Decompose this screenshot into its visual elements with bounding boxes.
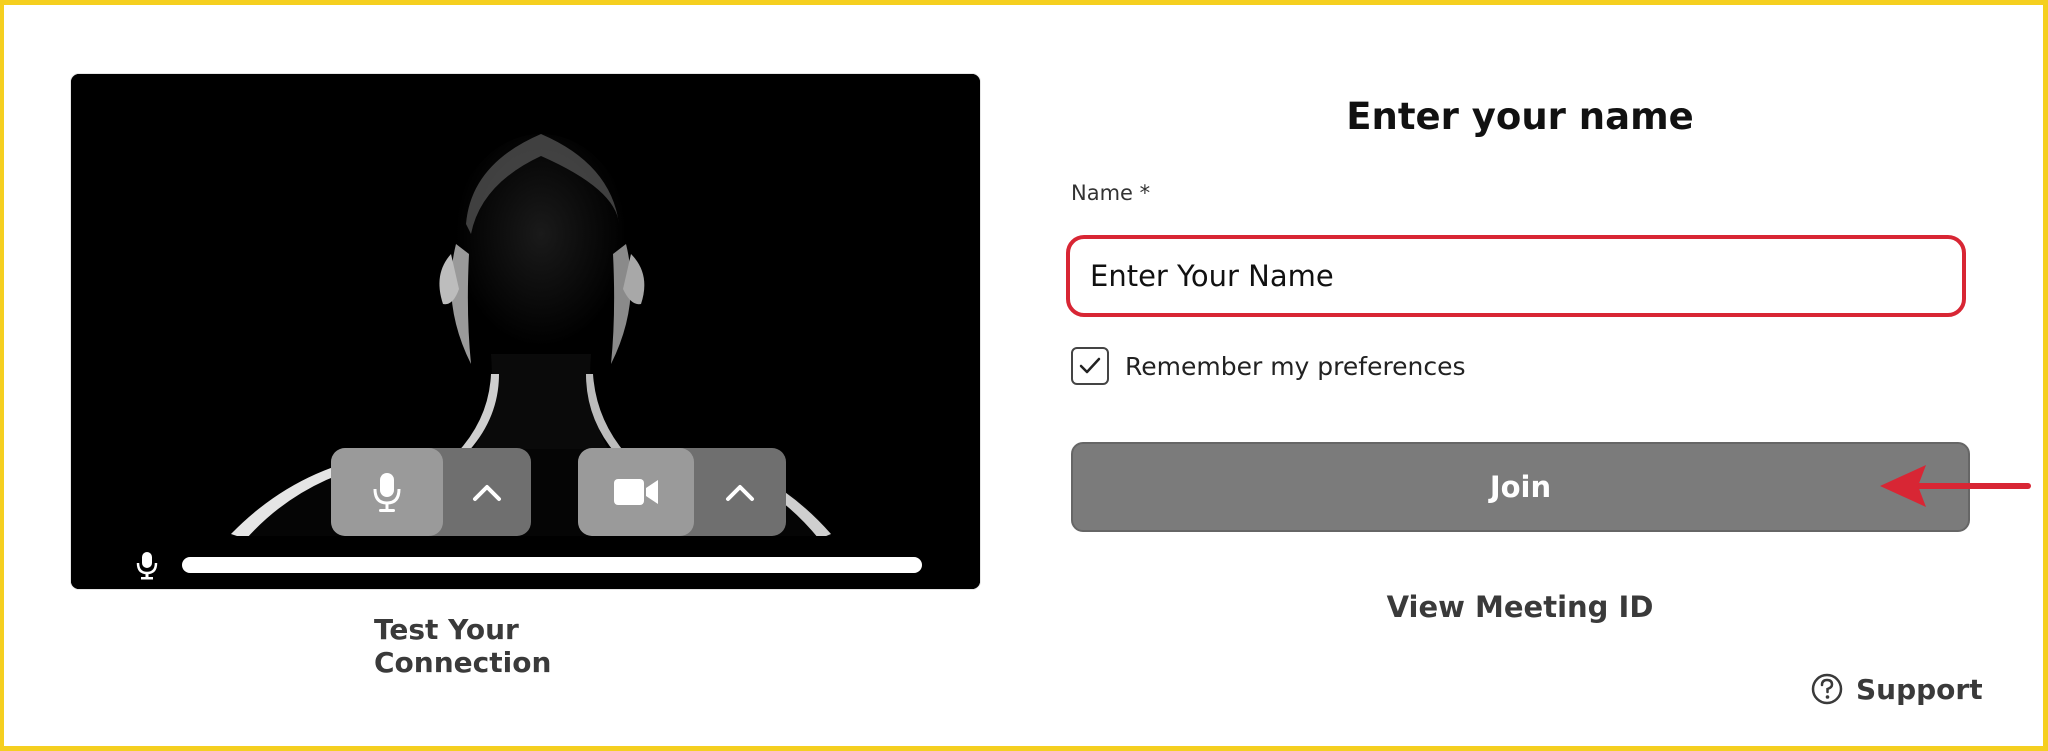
support-label: Support [1856,672,1983,706]
chevron-up-icon [726,485,754,501]
checkmark-icon [1079,357,1101,374]
remember-preferences-checkbox[interactable] [1071,347,1109,385]
remember-preferences-option[interactable]: Remember my preferences [1071,347,1466,385]
page-title: Enter your name [1346,95,1694,138]
name-field-label: Name * [1071,181,1151,205]
microphone-toggle-button[interactable] [331,448,443,536]
remember-preferences-label: Remember my preferences [1125,351,1466,381]
video-preview [71,74,980,589]
support-link[interactable]: Support [1810,672,1983,706]
test-connection-link[interactable]: Test Your Connection [374,613,684,679]
microphone-icon [373,473,401,512]
view-meeting-id-link[interactable]: View Meeting ID [1071,590,1969,624]
annotation-arrow-icon [1880,465,2031,507]
camera-options-button[interactable] [694,448,786,536]
microphone-options-button[interactable] [443,448,531,536]
video-camera-icon [614,479,658,505]
camera-toggle-button[interactable] [578,448,694,536]
name-input[interactable] [1066,235,1966,317]
camera-control [578,448,786,536]
microphone-control [331,448,531,536]
join-button[interactable]: Join [1071,442,1970,532]
audio-level-mic-icon [136,552,158,580]
audio-level-meter [182,557,922,573]
help-circle-icon [1811,673,1843,705]
page-frame: Test Your Connection Enter your name Nam… [4,5,2043,746]
chevron-up-icon [473,485,501,501]
